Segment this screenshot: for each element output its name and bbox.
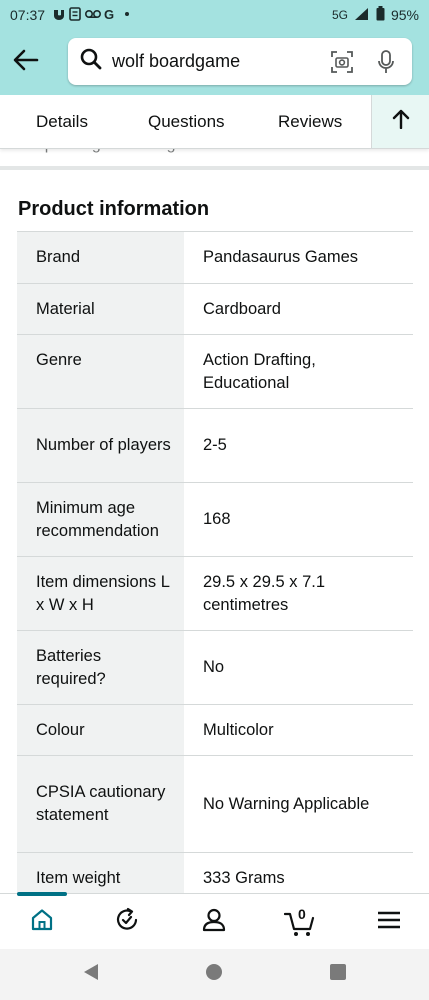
circle-home-icon: [205, 963, 223, 986]
signal-icon: [354, 7, 370, 24]
camera-search-icon[interactable]: [326, 46, 358, 78]
arrow-up-icon: [392, 109, 410, 134]
product-info-table: Brand Pandasaurus Games Material Cardboa…: [17, 231, 413, 905]
row-key: Genre: [17, 334, 184, 409]
table-row: Number of players 2-5: [17, 408, 413, 483]
row-value: Multicolor: [203, 720, 274, 739]
cart-count: 0: [298, 906, 306, 922]
row-key: Minimum age recommendation: [17, 482, 184, 557]
status-bar: 07:37 G 5G 95%: [0, 0, 429, 30]
bottom-nav: 0: [0, 892, 429, 949]
row-value: No: [203, 658, 225, 676]
section-divider: [0, 166, 429, 170]
system-back-button[interactable]: [80, 963, 102, 985]
back-arrow-icon: [13, 49, 39, 76]
nav-menu-button[interactable]: [373, 906, 405, 938]
row-value: No Warning Applicable: [203, 794, 370, 813]
table-row: Minimum age recommendation 168: [17, 482, 413, 557]
menu-icon: [377, 910, 401, 935]
row-key: Colour: [17, 704, 184, 756]
tab-reviews[interactable]: Reviews: [278, 112, 342, 132]
svg-text:G: G: [104, 7, 114, 21]
notification-icons: G: [53, 7, 131, 24]
row-key: Number of players: [17, 408, 184, 483]
tab-details[interactable]: Details: [36, 112, 88, 132]
active-tab-indicator: [17, 892, 67, 896]
product-info-title: Product information: [18, 198, 210, 220]
account-icon: [201, 907, 227, 938]
cart-icon: 0: [284, 906, 318, 937]
row-value: 29.5 x 29.5 x 7.1 centimetres: [203, 572, 326, 614]
nav-cart-button[interactable]: 0: [284, 906, 318, 938]
table-row: Item dimensions L x W x H 29.5 x 29.5 x …: [17, 556, 413, 631]
system-recents-button[interactable]: [327, 963, 349, 985]
nav-account-button[interactable]: [198, 906, 230, 938]
row-value: 168: [203, 510, 231, 528]
row-key: CPSIA cautionary statement: [17, 755, 184, 853]
table-row: Brand Pandasaurus Games: [17, 231, 413, 284]
table-row: Batteries required? No: [17, 630, 413, 705]
microphone-icon[interactable]: [370, 46, 402, 78]
row-value: Pandasaurus Games: [203, 248, 359, 266]
row-key: Material: [17, 283, 184, 335]
row-value: 2-5: [203, 436, 227, 454]
back-to-top-button[interactable]: [371, 95, 429, 148]
system-home-button[interactable]: [203, 963, 225, 985]
section-tabs: Details Questions Reviews: [0, 95, 429, 149]
tab-questions[interactable]: Questions: [148, 112, 225, 132]
battery-level: 95%: [390, 7, 419, 23]
search-icon: [80, 48, 102, 75]
table-row: Material Cardboard: [17, 283, 413, 335]
status-time: 07:37: [10, 7, 46, 23]
row-value: Action Drafting, Educational: [203, 350, 316, 392]
search-header: wolf boardgame: [0, 30, 429, 95]
back-button[interactable]: [0, 38, 52, 88]
system-nav-bar: [0, 949, 429, 1000]
row-key: Batteries required?: [17, 630, 184, 705]
search-input[interactable]: wolf boardgame: [112, 51, 314, 72]
row-key: Item dimensions L x W x H: [17, 556, 184, 631]
row-value: Cardboard: [203, 299, 281, 318]
triangle-back-icon: [82, 963, 100, 986]
table-row: CPSIA cautionary statement No Warning Ap…: [17, 755, 413, 853]
square-recents-icon: [329, 963, 347, 986]
home-icon: [30, 908, 54, 937]
battery-icon: [376, 6, 385, 24]
nav-buy-again-button[interactable]: [111, 906, 143, 938]
nav-home-button[interactable]: [26, 906, 58, 938]
search-box[interactable]: wolf boardgame: [68, 38, 412, 85]
network-label: 5G: [331, 8, 348, 22]
row-key: Brand: [17, 231, 184, 284]
buy-again-icon: [114, 907, 140, 938]
table-row: Colour Multicolor: [17, 704, 413, 756]
table-row: Genre Action Drafting, Educational: [17, 334, 413, 409]
